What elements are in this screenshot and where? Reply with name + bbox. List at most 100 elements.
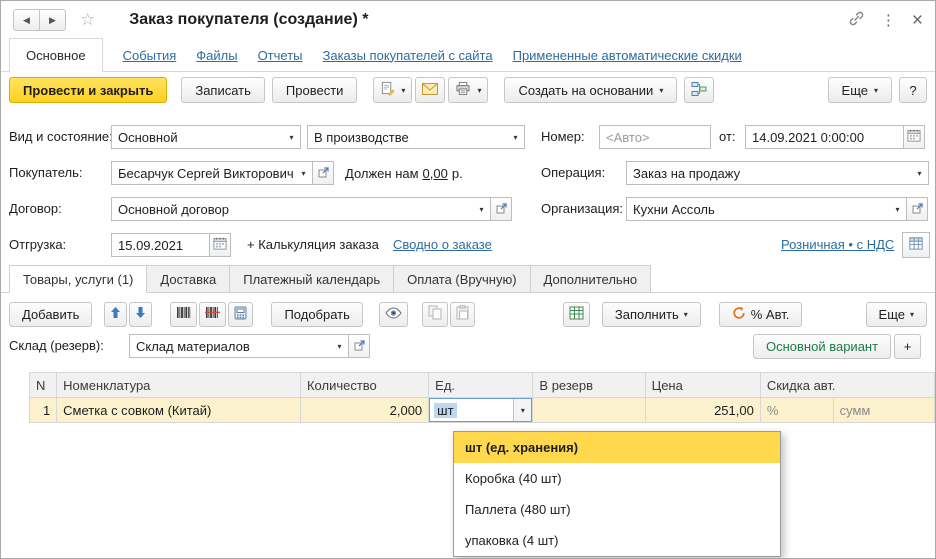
order-state-select[interactable]: В производстве ▾ [307, 125, 525, 149]
dropdown-option[interactable]: Коробка (40 шт) [454, 463, 780, 494]
subordination-structure-button[interactable] [684, 77, 714, 103]
price-info-button[interactable] [902, 232, 930, 258]
contract-select[interactable]: Основной договор ▾ [111, 197, 491, 221]
table-row[interactable]: 1 Сметка с совком (Китай) 2,000 шт ▾ 251… [30, 398, 935, 423]
cell-nomenclature[interactable]: Сметка с совком (Китай) [57, 398, 301, 423]
send-email-button[interactable] [415, 77, 445, 103]
post-button[interactable]: Провести [272, 77, 358, 103]
tab-main[interactable]: Основное [9, 38, 103, 73]
load-table-button[interactable] [563, 302, 590, 327]
chevron-down-icon[interactable]: ▾ [473, 198, 490, 220]
chevron-down-icon[interactable]: ▾ [331, 335, 348, 357]
unit-select[interactable]: шт ▾ [429, 398, 532, 422]
tab-events[interactable]: События [123, 48, 177, 63]
dropdown-option[interactable]: Паллета (480 шт) [454, 494, 780, 525]
contract-open-button[interactable] [490, 197, 512, 221]
chevron-down-icon[interactable]: ▾ [889, 198, 906, 220]
more-button[interactable]: Еще ▾ [828, 77, 892, 103]
col-quantity[interactable]: Количество [300, 373, 428, 398]
add-row-button[interactable]: Добавить [9, 302, 92, 327]
subordination-structure-icon [691, 81, 707, 100]
data-terminal-button[interactable] [228, 302, 253, 327]
doc-date-calendar-button[interactable] [903, 125, 925, 149]
chevron-down-icon[interactable]: ▾ [295, 162, 312, 184]
organization-select[interactable]: Кухни Ассоль ▾ [626, 197, 907, 221]
chevron-down-icon[interactable]: ▾ [507, 126, 524, 148]
cell-price[interactable]: 251,00 [645, 398, 760, 423]
col-n[interactable]: N [30, 373, 57, 398]
shipment-calendar-button[interactable] [209, 233, 231, 257]
col-unit[interactable]: Ед. [429, 373, 533, 398]
cell-quantity[interactable]: 2,000 [300, 398, 428, 423]
favorite-star-icon[interactable]: ☆ [80, 10, 95, 30]
organization-open-button[interactable] [906, 197, 928, 221]
close-icon[interactable]: × [912, 11, 923, 30]
customer-select[interactable]: Бесарчук Сергей Викторович ▾ [111, 161, 313, 185]
price-type-link[interactable]: Розничная • с НДС [781, 233, 894, 257]
add-variant-button[interactable]: + [894, 334, 921, 359]
customer-open-button[interactable] [312, 161, 334, 185]
auto-discount-button[interactable]: % Авт. [719, 302, 803, 327]
pick-items-button[interactable]: Подобрать [271, 302, 362, 327]
tab-payment-manual[interactable]: Оплата (Вручную) [393, 265, 530, 293]
shipment-date-input[interactable]: 15.09.2021 [111, 233, 210, 257]
view-button[interactable] [379, 302, 408, 327]
tab-goods-services[interactable]: Товары, услуги (1) [9, 265, 147, 293]
date-from-label: от: [719, 125, 736, 149]
open-link-icon [318, 166, 329, 181]
tab-payment-calendar[interactable]: Платежный календарь [229, 265, 394, 293]
tab-files[interactable]: Файлы [196, 48, 237, 63]
variant-button[interactable]: Основной вариант [753, 334, 891, 359]
tab-delivery[interactable]: Доставка [146, 265, 230, 293]
dropdown-option[interactable]: упаковка (4 шт) [454, 525, 780, 556]
order-calculation-toggle[interactable]: + Калькуляция заказа [247, 233, 379, 257]
tab-auto-discounts[interactable]: Примененные автоматические скидки [513, 48, 742, 63]
items-more-button[interactable]: Еще ▾ [866, 302, 927, 327]
barcode-button[interactable] [170, 302, 197, 327]
copy-rows-button[interactable] [422, 302, 448, 327]
debt-amount-link[interactable]: 0,00 [423, 166, 448, 181]
move-down-button[interactable] [129, 302, 152, 327]
chevron-down-icon[interactable]: ▾ [283, 126, 300, 148]
titlebar: ◀ ▶ ☆ Заказ покупателя (создание) * ⋮ × [1, 1, 935, 39]
cell-discount-pct[interactable]: % [760, 398, 833, 423]
paste-rows-button[interactable] [450, 302, 475, 327]
cell-n[interactable]: 1 [30, 398, 57, 423]
create-on-base-button[interactable]: Создать на основании ▾ [504, 77, 677, 103]
unit-value: шт [434, 403, 456, 418]
print-button[interactable]: ▾ [448, 77, 488, 103]
post-and-close-button[interactable]: Провести и закрыть [9, 77, 167, 103]
col-price[interactable]: Цена [645, 373, 760, 398]
help-button[interactable]: ? [899, 77, 927, 103]
barcode-scan-button[interactable] [199, 302, 226, 327]
fill-button[interactable]: Заполнить ▾ [602, 302, 701, 327]
chevron-down-icon[interactable]: ▾ [911, 162, 928, 184]
nav-back-button[interactable]: ◀ [13, 9, 40, 31]
tab-site-orders[interactable]: Заказы покупателей с сайта [323, 48, 493, 63]
get-link-icon[interactable] [848, 10, 865, 30]
nav-forward-button[interactable]: ▶ [39, 9, 66, 31]
order-summary-link[interactable]: Сводно о заказе [393, 233, 492, 257]
warehouse-open-button[interactable] [348, 334, 370, 358]
order-kind-select[interactable]: Основной ▾ [111, 125, 301, 149]
cell-reserve[interactable] [533, 398, 645, 423]
chevron-down-icon[interactable]: ▾ [513, 399, 531, 421]
col-nomenclature[interactable]: Номенклатура [57, 373, 301, 398]
tab-reports[interactable]: Отчеты [258, 48, 303, 63]
tab-additional[interactable]: Дополнительно [530, 265, 652, 293]
cell-unit[interactable]: шт ▾ [429, 398, 533, 423]
doc-date-input[interactable]: 14.09.2021 0:00:00 [745, 125, 904, 149]
arrow-up-icon [110, 306, 121, 322]
more-menu-icon[interactable]: ⋮ [881, 11, 896, 29]
operation-select[interactable]: Заказ на продажу ▾ [626, 161, 929, 185]
write-button[interactable]: Записать [181, 77, 265, 103]
move-up-button[interactable] [104, 302, 127, 327]
open-link-icon [354, 339, 365, 354]
number-input[interactable]: <Авто> [599, 125, 711, 149]
new-document-button[interactable]: ▾ [373, 77, 412, 103]
col-auto-discount[interactable]: Скидка авт. [760, 373, 934, 398]
cell-discount-sum[interactable]: сумм [833, 398, 934, 423]
warehouse-select[interactable]: Склад материалов ▾ [129, 334, 349, 358]
dropdown-option-selected[interactable]: шт (ед. хранения) [454, 432, 780, 463]
col-reserve[interactable]: В резерв [533, 373, 645, 398]
